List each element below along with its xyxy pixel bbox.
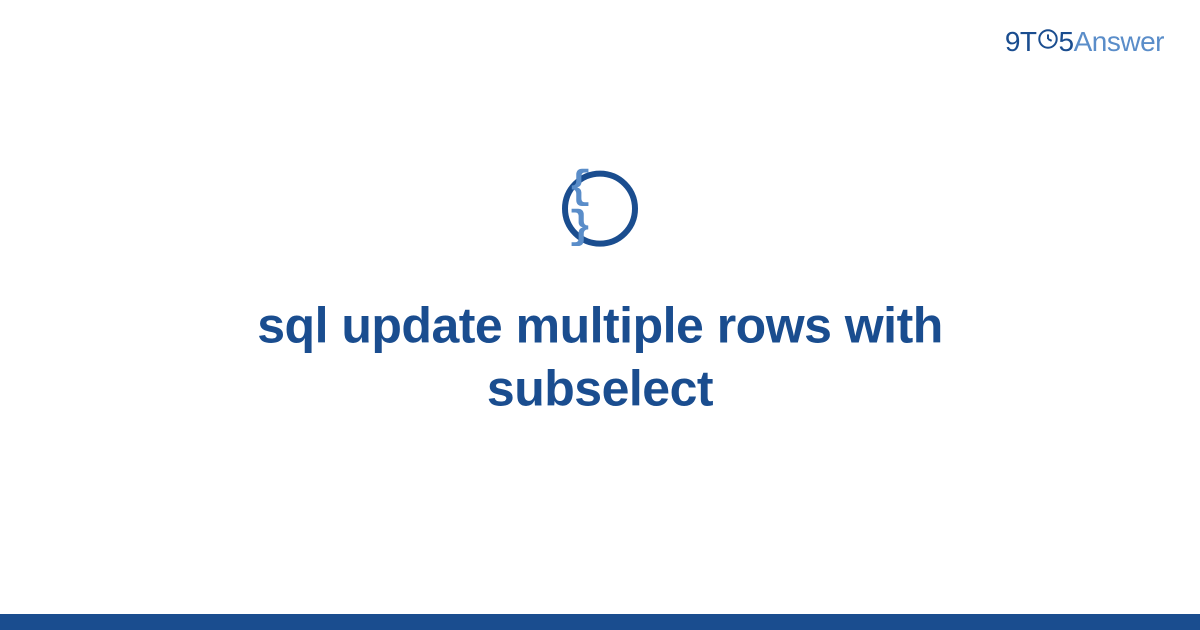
braces-glyph: { } xyxy=(568,169,632,249)
brand-part-9t: 9T xyxy=(1005,26,1037,57)
brand-part-answer: Answer xyxy=(1074,26,1164,57)
clock-icon xyxy=(1037,28,1059,50)
code-braces-icon: { } xyxy=(562,171,638,247)
bottom-accent-bar xyxy=(0,614,1200,630)
page-title: sql update multiple rows with subselect xyxy=(150,295,1050,420)
brand-part-5: 5 xyxy=(1059,26,1074,57)
brand-logo: 9T 5Answer xyxy=(1005,26,1164,58)
main-content: { } sql update multiple rows with subsel… xyxy=(0,171,1200,420)
